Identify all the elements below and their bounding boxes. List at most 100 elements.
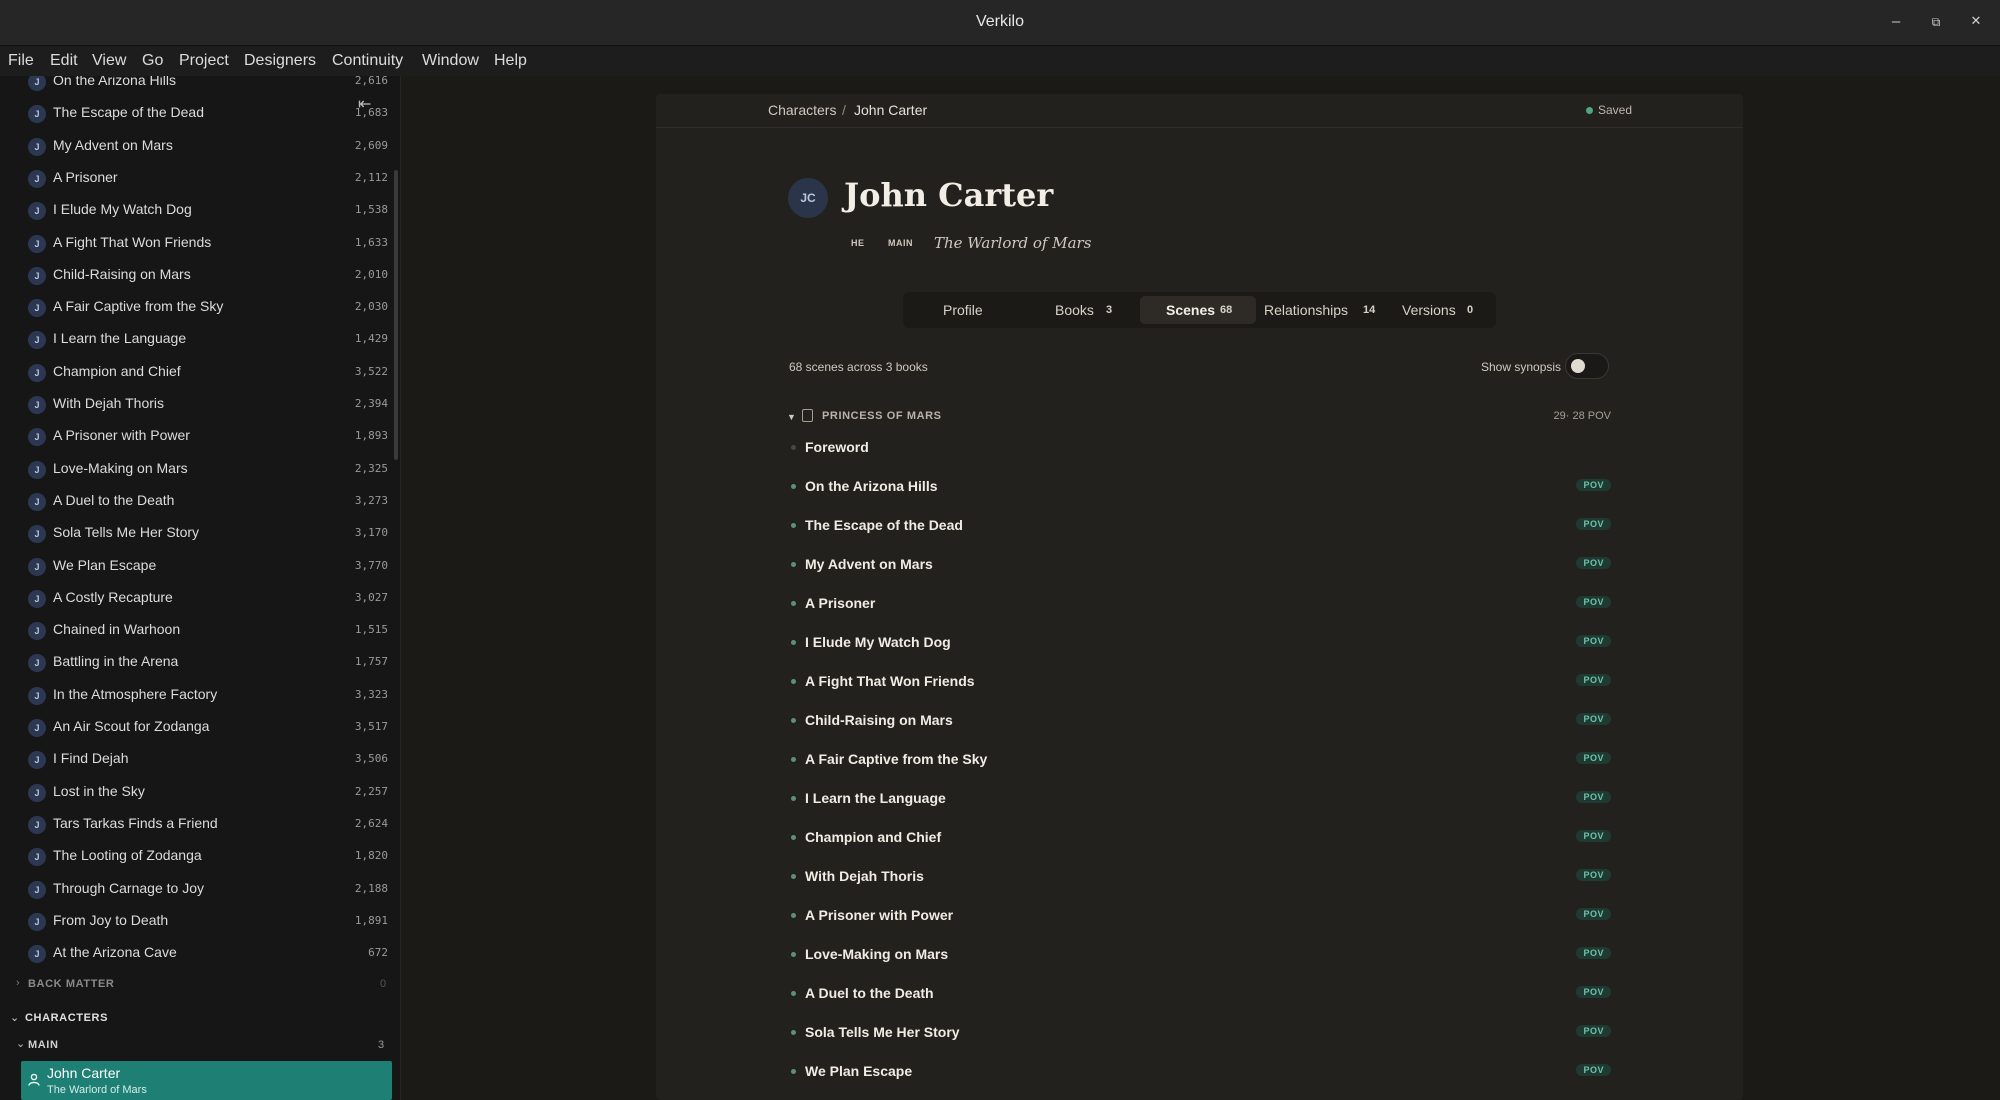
tab-books[interactable]: Books 3 (1023, 292, 1140, 328)
breadcrumb-current: John Carter (854, 102, 928, 118)
menu-view[interactable]: View (92, 52, 126, 70)
scene-list-item[interactable]: Foreword (791, 435, 1611, 465)
sidebar-scene-item[interactable]: J A Prisoner with Power 1,893 (0, 424, 400, 456)
sidebar-scene-item[interactable]: J We Plan Escape 3,770 (0, 554, 400, 586)
sidebar-scene-item[interactable]: J In the Atmosphere Factory 3,323 (0, 683, 400, 715)
sidebar-scene-item[interactable]: J I Find Dejah 3,506 (0, 747, 400, 779)
sidebar-scene-item[interactable]: J The Looting of Zodanga 1,820 (0, 844, 400, 876)
maximize-button[interactable]: ⧉ (1925, 15, 1947, 30)
menu-edit[interactable]: Edit (50, 52, 78, 70)
scene-list-item[interactable]: A Prisoner POV (791, 591, 1611, 621)
pov-badge: POV (1576, 908, 1611, 920)
menu-help[interactable]: Help (494, 52, 527, 70)
tab-count: 68 (1220, 304, 1233, 316)
minimize-button[interactable]: – (1885, 13, 1907, 30)
scene-status-dot (791, 601, 796, 606)
scene-list-item[interactable]: On the Arizona Hills POV (791, 474, 1611, 504)
main-group-header[interactable]: MAIN (28, 1039, 59, 1051)
sidebar-scrollbar[interactable] (394, 170, 398, 460)
scene-title: Sola Tells Me Her Story (53, 524, 200, 541)
person-icon (28, 1073, 40, 1089)
menu-continuity[interactable]: Continuity (332, 52, 403, 70)
characters-header[interactable]: CHARACTERS (25, 1012, 108, 1024)
scene-pov-badge: J (28, 299, 46, 318)
scene-list-item[interactable]: With Dejah Thoris POV (791, 864, 1611, 894)
scene-list-item[interactable]: I Learn the Language POV (791, 786, 1611, 816)
scene-list-item[interactable]: A Fight That Won Friends POV (791, 669, 1611, 699)
sidebar-scene-item[interactable]: J On the Arizona Hills 2,616 (0, 76, 400, 101)
sidebar-scene-item[interactable]: J My Advent on Mars 2,609 (0, 134, 400, 166)
character-panel: Characters / John Carter Saved JC John C… (656, 94, 1743, 1100)
menu-file[interactable]: File (8, 52, 34, 70)
back-matter-header[interactable]: BACK MATTER (28, 978, 114, 990)
scene-pov-badge: J (28, 945, 46, 964)
scene-list-item[interactable]: We Plan Escape POV (791, 1059, 1611, 1089)
menu-window[interactable]: Window (422, 52, 479, 70)
scene-title: An Air Scout for Zodanga (53, 718, 210, 734)
chevron-down-icon[interactable]: ▼ (787, 412, 796, 422)
chevron-down-icon[interactable]: ⌄ (10, 1011, 19, 1024)
sidebar-scene-item[interactable]: J With Dejah Thoris 2,394 (0, 392, 400, 424)
tab-scenes[interactable]: Scenes 68 (1140, 292, 1256, 328)
sidebar-scene-item[interactable]: J A Costly Recapture 3,027 (0, 586, 400, 618)
panel-header: Characters / John Carter Saved (656, 94, 1743, 128)
book-group-title[interactable]: PRINCESS OF MARS (822, 410, 942, 422)
scene-title: With Dejah Thoris (805, 868, 924, 884)
sidebar-scene-item[interactable]: J Tars Tarkas Finds a Friend 2,624 (0, 812, 400, 844)
sidebar-scene-item[interactable]: J A Fair Captive from the Sky 2,030 (0, 295, 400, 327)
menu-designers[interactable]: Designers (244, 52, 316, 70)
scene-list-item[interactable]: Champion and Chief POV (791, 825, 1611, 855)
tab-relationships[interactable]: Relationships 14 (1256, 292, 1384, 328)
tab-versions[interactable]: Versions 0 (1384, 292, 1496, 328)
sidebar-divider[interactable] (400, 76, 401, 1100)
pov-badge: POV (1576, 869, 1611, 881)
tab-profile[interactable]: Profile (903, 292, 1023, 328)
sidebar-scene-item[interactable]: J Lost in the Sky 2,257 (0, 780, 400, 812)
sidebar-scene-item[interactable]: J A Duel to the Death 3,273 (0, 489, 400, 521)
sidebar-scene-item[interactable]: J Through Carnage to Joy 2,188 (0, 877, 400, 909)
scene-status-dot (791, 835, 796, 840)
scene-word-count: 3,323 (354, 687, 388, 701)
toggle-knob (1571, 359, 1585, 373)
scene-list-item[interactable]: The Escape of the Dead POV (791, 513, 1611, 543)
chevron-down-icon[interactable]: ⌄ (16, 1037, 25, 1050)
scene-list-item[interactable]: A Fair Captive from the Sky POV (791, 747, 1611, 777)
book-icon (802, 409, 813, 422)
sidebar-scene-item[interactable]: J Sola Tells Me Her Story 3,170 (0, 521, 400, 553)
sidebar-scene-item[interactable]: J Chained in Warhoon 1,515 (0, 618, 400, 650)
pov-badge: POV (1576, 518, 1611, 530)
saved-status: Saved (1598, 103, 1633, 117)
sidebar-scene-item[interactable]: J Champion and Chief 3,522 (0, 360, 400, 392)
menu-project[interactable]: Project (179, 52, 229, 70)
sidebar-scene-item[interactable]: J A Fight That Won Friends 1,633 (0, 231, 400, 263)
sidebar-scene-item[interactable]: J An Air Scout for Zodanga 3,517 (0, 715, 400, 747)
sidebar-scene-item[interactable]: J From Joy to Death 1,891 (0, 909, 400, 941)
sidebar-scene-item[interactable]: J At the Arizona Cave 672 (0, 941, 400, 973)
sidebar-scene-item[interactable]: J I Elude My Watch Dog 1,538 (0, 198, 400, 230)
scene-list-item[interactable]: Love-Making on Mars POV (791, 942, 1611, 972)
sidebar-scene-item[interactable]: J I Learn the Language 1,429 (0, 327, 400, 359)
chevron-right-icon[interactable]: › (16, 977, 20, 989)
sidebar-scene-item[interactable]: J Battling in the Arena 1,757 (0, 650, 400, 682)
scene-list-item[interactable]: A Duel to the Death POV (791, 981, 1611, 1011)
collapse-sidebar-icon[interactable]: ⇤ (358, 94, 371, 114)
sidebar-scene-item[interactable]: J The Escape of the Dead 1,683 (0, 101, 400, 133)
scene-pov-badge: J (28, 266, 46, 285)
scene-list-item[interactable]: Child-Raising on Mars POV (791, 708, 1611, 738)
sidebar-scene-item[interactable]: J A Prisoner 2,112 (0, 166, 400, 198)
scene-title: From Joy to Death (53, 911, 169, 928)
sidebar-scene-item[interactable]: J Child-Raising on Mars 2,010 (0, 263, 400, 295)
page-title[interactable]: John Carter (844, 176, 1053, 214)
window-title: Verkilo (975, 13, 1025, 30)
close-button[interactable]: ✕ (1965, 13, 1987, 29)
show-synopsis-toggle[interactable] (1565, 353, 1609, 379)
scene-list-item[interactable]: I Elude My Watch Dog POV (791, 630, 1611, 660)
sidebar-character-john-carter[interactable]: John Carter The Warlord of Mars (21, 1061, 392, 1100)
menu-go[interactable]: Go (142, 52, 163, 70)
sidebar-scene-item[interactable]: J Love-Making on Mars 2,325 (0, 457, 400, 489)
scene-word-count: 3,506 (354, 752, 388, 766)
scene-list-item[interactable]: My Advent on Mars POV (791, 552, 1611, 582)
scene-list-item[interactable]: A Prisoner with Power POV (791, 903, 1611, 933)
scene-list-item[interactable]: Sola Tells Me Her Story POV (791, 1020, 1611, 1050)
breadcrumb-characters[interactable]: Characters (768, 102, 836, 118)
